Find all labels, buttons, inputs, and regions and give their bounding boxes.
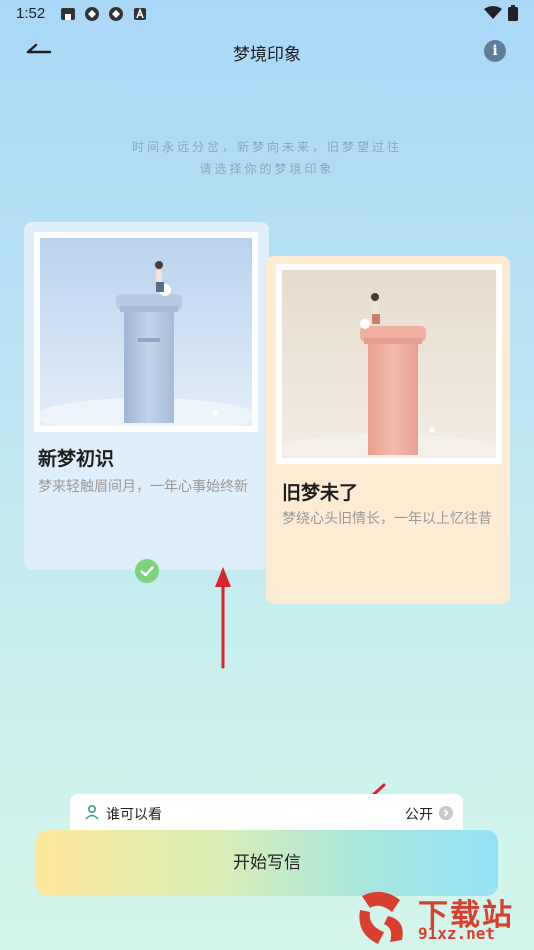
card-new-dream[interactable]: 新梦初识 梦来轻触眉间月，一年心事始终新 <box>24 222 269 570</box>
system-icons <box>484 5 518 21</box>
visibility-value: 公开 <box>405 807 433 823</box>
status-time: 1:52 <box>16 5 46 22</box>
card-new-dream-description: 梦来轻触眉间月，一年心事始终新 <box>38 479 248 495</box>
postbox-illustration <box>40 238 252 426</box>
watermark-logo-icon <box>359 891 403 944</box>
header: 梦境印象 i <box>0 36 534 68</box>
card-old-dream[interactable]: 旧梦未了 梦绕心头旧情长，一年以上忆往昔 <box>266 256 510 604</box>
wifi-icon <box>484 6 502 19</box>
card-old-dream-title: 旧梦未了 <box>282 482 359 504</box>
card-old-dream-illustration <box>276 264 502 464</box>
battery-icon <box>508 5 518 21</box>
chevron-right-icon <box>439 806 453 820</box>
text-notification-icon <box>134 7 146 20</box>
app-notification-icon <box>61 8 75 20</box>
selected-check-icon <box>135 559 159 583</box>
page-title: 梦境印象 <box>233 45 301 65</box>
info-icon[interactable]: i <box>484 40 506 62</box>
watermark: 下载站 91xz.net <box>352 890 528 946</box>
notification-icons <box>60 6 148 22</box>
postbox-illustration <box>282 270 496 458</box>
annotation-arrow-up <box>215 567 231 669</box>
watermark-site: 91xz.net <box>418 924 496 943</box>
sync-icon <box>85 7 99 21</box>
sync-icon-2 <box>109 7 123 21</box>
visibility-label: 谁可以看 <box>106 807 162 823</box>
person-icon <box>85 804 99 820</box>
status-bar: 1:52 <box>0 0 534 28</box>
card-old-dream-description: 梦绕心头旧情长，一年以上忆往昔 <box>282 511 492 527</box>
card-new-dream-illustration <box>34 232 258 432</box>
intro-line-1: 时间永远分岔，新梦向未来，旧梦望过往 <box>131 140 402 154</box>
card-new-dream-title: 新梦初识 <box>38 448 115 470</box>
intro-line-2: 请选择你的梦境印象 <box>199 162 335 176</box>
start-writing-button[interactable]: 开始写信 <box>36 830 498 896</box>
visibility-selector[interactable]: 谁可以看 公开 <box>70 794 463 834</box>
